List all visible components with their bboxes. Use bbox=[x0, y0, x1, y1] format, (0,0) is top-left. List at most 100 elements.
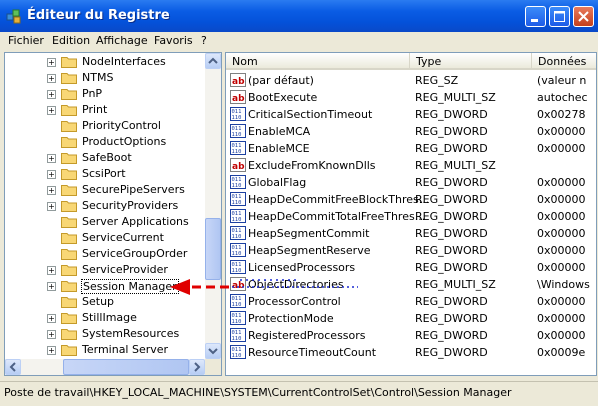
value-row[interactable]: 011 110 HeapSegmentReserve REG_DWORD 0x00000 bbox=[226, 242, 586, 259]
value-data: 0x00000 bbox=[537, 210, 586, 223]
key-tree-pane[interactable]: + NodeInterfaces + NTMS + PnP + Print PriorityCo… bbox=[4, 52, 222, 376]
svg-text:110: 110 bbox=[232, 132, 242, 138]
tree-item-label: ServiceCurrent bbox=[82, 231, 164, 244]
value-row[interactable]: 011 110 HeapDeCommitTotalFreeThres... REG_D… bbox=[226, 208, 586, 225]
expand-plus-icon[interactable]: + bbox=[47, 282, 56, 291]
expand-plus-icon[interactable]: + bbox=[47, 58, 56, 67]
tree-item-label: SystemResources bbox=[82, 327, 180, 340]
value-type: REG_MULTI_SZ bbox=[415, 91, 496, 104]
value-name: HeapSegmentReserve bbox=[248, 244, 371, 257]
expand-plus-icon[interactable]: + bbox=[47, 170, 56, 179]
value-row[interactable]: 011 110 RegisteredProcessors REG_DWORD 0x000… bbox=[226, 327, 586, 344]
folder-icon bbox=[61, 137, 77, 148]
tree-item-label: SafeBoot bbox=[82, 151, 132, 164]
tree-item-label: Server Applications bbox=[82, 215, 189, 228]
expand-plus-icon[interactable]: + bbox=[47, 74, 56, 83]
value-row[interactable]: 011 110 HeapDeCommitFreeBlockThres... REG_D… bbox=[226, 191, 586, 208]
folder-icon bbox=[61, 105, 77, 116]
binary-value-icon: 011110 bbox=[230, 175, 246, 189]
tree-horizontal-scrollbar[interactable] bbox=[5, 359, 205, 375]
expand-plus-icon[interactable]: + bbox=[47, 202, 56, 211]
value-type: REG_DWORD bbox=[415, 108, 488, 121]
menu-favoris[interactable]: Favoris bbox=[154, 34, 193, 47]
value-row[interactable]: 011 110 HeapSegmentCommit REG_DWORD 0x00000 bbox=[226, 225, 586, 242]
value-data: 0x00000 bbox=[537, 227, 586, 240]
folder-icon bbox=[61, 185, 77, 196]
tree-horizontal-thumb[interactable] bbox=[63, 359, 189, 375]
value-row[interactable]: 011 110 ProtectionMode REG_DWORD 0x00000 bbox=[226, 310, 586, 327]
value-name: RegisteredProcessors bbox=[248, 329, 366, 342]
expand-plus-icon[interactable]: + bbox=[47, 346, 56, 355]
binary-value-icon: 011110 bbox=[230, 124, 246, 138]
value-data: \Windows bbox=[537, 278, 590, 291]
red-dashed-arrow-icon bbox=[170, 279, 358, 295]
value-data: 0x00000 bbox=[537, 176, 586, 189]
value-row[interactable]: 011 110 GlobalFlag REG_DWORD 0x00000 bbox=[226, 174, 586, 191]
expand-plus-icon[interactable]: + bbox=[47, 314, 56, 323]
value-row[interactable]: 011 110 EnableMCE REG_DWORD 0x00000 bbox=[226, 140, 586, 157]
menu-affichage[interactable]: Affichage bbox=[96, 34, 148, 47]
scroll-up-button[interactable] bbox=[205, 53, 221, 69]
svg-text:ab: ab bbox=[232, 77, 245, 87]
maximize-button[interactable] bbox=[549, 6, 570, 27]
registry-editor-window: Éditeur du Registre Fichier Edition Affi… bbox=[0, 0, 598, 406]
value-row[interactable]: 011 110 EnableMCA REG_DWORD 0x00000 bbox=[226, 123, 586, 140]
value-name: (par défaut) bbox=[248, 74, 314, 87]
svg-text:110: 110 bbox=[232, 234, 242, 240]
value-name: ExcludeFromKnownDlls bbox=[248, 159, 376, 172]
values-list-pane[interactable]: Nom Type Données ab (par défaut) REG_SZ (va… bbox=[225, 52, 597, 376]
expand-plus-icon[interactable]: + bbox=[47, 330, 56, 339]
menu-fichier[interactable]: Fichier bbox=[8, 34, 44, 47]
minimize-button[interactable] bbox=[525, 6, 546, 27]
value-name: BootExecute bbox=[248, 91, 318, 104]
close-button[interactable] bbox=[573, 6, 594, 27]
column-header-data[interactable]: Données bbox=[532, 53, 596, 70]
tree-vertical-scrollbar[interactable] bbox=[205, 53, 221, 359]
folder-icon bbox=[61, 217, 77, 228]
svg-text:ab: ab bbox=[232, 94, 245, 104]
scroll-right-button[interactable] bbox=[189, 359, 205, 375]
value-type: REG_MULTI_SZ bbox=[415, 278, 496, 291]
scroll-down-button[interactable] bbox=[205, 343, 221, 359]
folder-icon bbox=[61, 201, 77, 212]
folder-icon bbox=[61, 153, 77, 164]
title-bar[interactable]: Éditeur du Registre bbox=[0, 0, 598, 32]
close-icon bbox=[578, 11, 589, 22]
svg-text:110: 110 bbox=[232, 319, 242, 325]
column-header-name[interactable]: Nom bbox=[226, 53, 410, 70]
expand-plus-icon[interactable]: + bbox=[47, 186, 56, 195]
value-row[interactable]: ab (par défaut) REG_SZ (valeur n bbox=[226, 72, 586, 89]
value-type: REG_DWORD bbox=[415, 261, 488, 274]
value-type: REG_DWORD bbox=[415, 142, 488, 155]
tree-item-label: Terminal Server bbox=[82, 343, 169, 356]
binary-value-icon: 011110 bbox=[230, 345, 246, 359]
value-data: 0x00278 bbox=[537, 108, 586, 121]
expand-plus-icon[interactable]: + bbox=[47, 90, 56, 99]
menu-help[interactable]: ? bbox=[201, 34, 207, 47]
expand-plus-icon[interactable]: + bbox=[47, 106, 56, 115]
folder-icon bbox=[61, 89, 77, 100]
menu-edition[interactable]: Edition bbox=[52, 34, 90, 47]
svg-text:110: 110 bbox=[232, 149, 242, 155]
column-header-type[interactable]: Type bbox=[410, 53, 532, 70]
expand-plus-icon[interactable]: + bbox=[47, 154, 56, 163]
folder-icon bbox=[61, 313, 77, 324]
tree-item-label: StillImage bbox=[82, 311, 137, 324]
folder-icon bbox=[61, 57, 77, 68]
value-type: REG_DWORD bbox=[415, 125, 488, 138]
string-value-icon: ab bbox=[230, 158, 246, 172]
expand-plus-icon[interactable]: + bbox=[47, 266, 56, 275]
binary-value-icon: 011110 bbox=[230, 311, 246, 325]
svg-text:110: 110 bbox=[232, 200, 242, 206]
value-row[interactable]: ab ExcludeFromKnownDlls REG_MULTI_SZ bbox=[226, 157, 586, 174]
value-row[interactable]: 011 110 CriticalSectionTimeout REG_DWORD 0x0… bbox=[226, 106, 586, 123]
value-row[interactable]: 011 110 ResourceTimeoutCount REG_DWORD 0x000… bbox=[226, 344, 586, 361]
value-type: REG_DWORD bbox=[415, 295, 488, 308]
value-row[interactable]: ab BootExecute REG_MULTI_SZ autochec bbox=[226, 89, 588, 106]
folder-icon bbox=[61, 233, 77, 244]
scroll-left-button[interactable] bbox=[5, 359, 21, 375]
folder-icon bbox=[61, 281, 77, 292]
value-name: ProtectionMode bbox=[248, 312, 334, 325]
status-bar: Poste de travail\HKEY_LOCAL_MACHINE\SYST… bbox=[0, 381, 598, 406]
value-data: 0x00000 bbox=[537, 125, 586, 138]
